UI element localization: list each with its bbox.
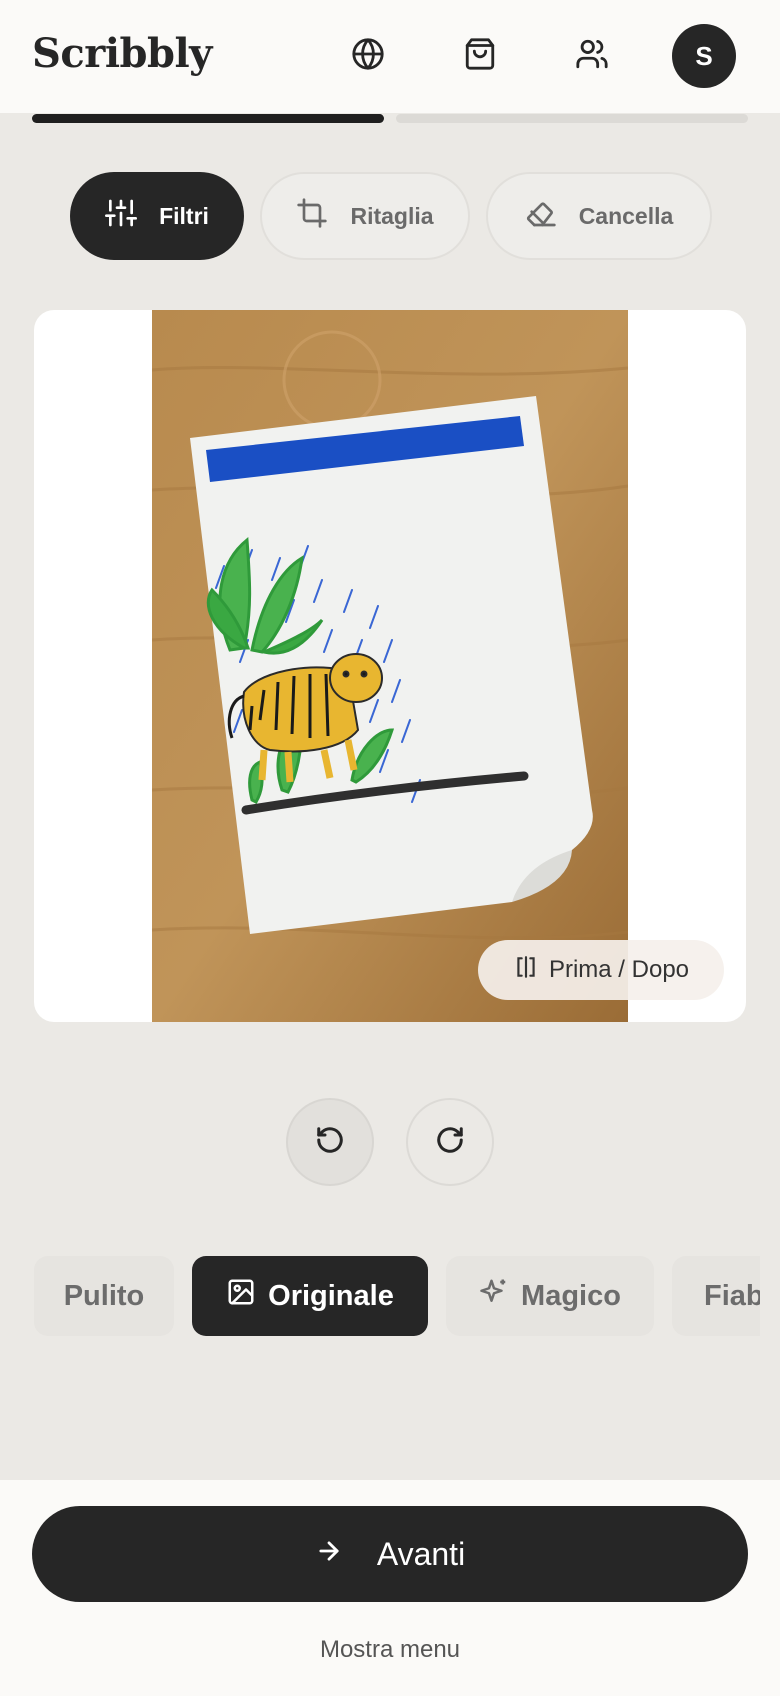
show-menu-link[interactable]: Mostra menu [0, 1636, 780, 1664]
filter-chip-label: Magico [521, 1279, 621, 1312]
shopping-bag-icon[interactable] [456, 30, 504, 78]
filter-chip-label: Originale [268, 1279, 394, 1312]
undo-button[interactable] [286, 1098, 374, 1186]
sliders-icon [105, 197, 138, 235]
image-icon [226, 1277, 256, 1315]
before-after-toggle[interactable]: Prima / Dopo [478, 940, 724, 1000]
next-button-label: Avanti [376, 1535, 466, 1572]
tool-filters-label: Filtri [159, 202, 209, 229]
next-button[interactable]: Avanti [32, 1506, 748, 1602]
progress-step-complete [32, 114, 384, 123]
redo-icon [435, 1125, 465, 1160]
redo-button[interactable] [406, 1098, 494, 1186]
undo-icon [315, 1125, 345, 1160]
globe-icon[interactable] [344, 30, 392, 78]
sparkles-icon [479, 1277, 509, 1315]
tool-crop-label: Ritaglia [350, 202, 434, 229]
user-avatar[interactable]: S [672, 24, 736, 88]
app-logo[interactable]: Scribbly [32, 30, 212, 77]
drawing-photo[interactable] [152, 310, 628, 1022]
filter-chip-originale[interactable]: Originale [192, 1256, 428, 1336]
users-icon[interactable] [568, 30, 616, 78]
filter-chip-magico[interactable]: Magico [446, 1256, 654, 1336]
tool-crop-button[interactable]: Ritaglia [260, 172, 470, 260]
filter-chip-fiab[interactable]: Fiab [672, 1256, 760, 1336]
filter-chip-label: Fiab [704, 1279, 760, 1312]
filter-presets-strip[interactable]: Pulito Originale Magico Fiab [0, 1256, 760, 1340]
image-preview-card [34, 310, 746, 1022]
before-after-label: Prima / Dopo [548, 956, 690, 983]
filter-chip-pulito[interactable]: Pulito [34, 1256, 174, 1336]
crop-icon [296, 197, 328, 235]
arrow-right-icon [315, 1536, 343, 1573]
eraser-icon [525, 197, 557, 235]
tool-erase-button[interactable]: Cancella [486, 172, 712, 260]
filter-chip-label: Pulito [63, 1279, 145, 1312]
tool-filters-button[interactable]: Filtri [70, 172, 244, 260]
tool-erase-label: Cancella [578, 202, 674, 229]
progress-step-pending [396, 114, 748, 123]
compare-icon [513, 954, 539, 987]
